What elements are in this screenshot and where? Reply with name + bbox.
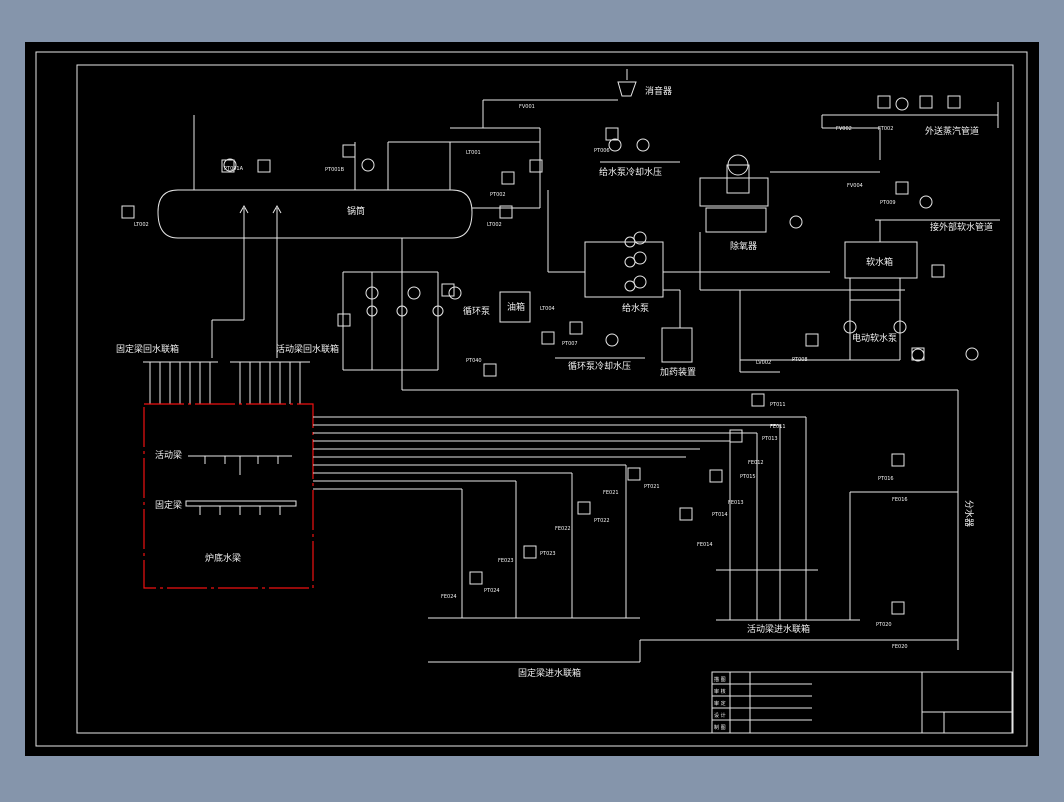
tb-row-2: 审 定 [714, 700, 726, 707]
tag-fe014: FE014 [697, 542, 713, 548]
moving-beam-label: 活动梁 [155, 449, 182, 461]
soft-water-tank-label: 软水箱 [866, 256, 893, 268]
tag-pt002: PT002 [490, 192, 506, 198]
muffler-label: 消音器 [645, 85, 672, 97]
fixed-beam-return-label: 固定梁回水联箱 [116, 343, 179, 355]
tb-row-0: 描 图 [714, 676, 726, 683]
tag-fe020: FE020 [892, 644, 908, 650]
tag-fv001: FV001 [519, 104, 535, 110]
deaerator-label: 除氧器 [730, 240, 757, 252]
circulating-pump-label: 循环泵 [463, 305, 490, 317]
tag-lt002: LT002 [134, 222, 149, 228]
tb-row-3: 设 计 [714, 712, 726, 719]
tag-pt007: PT007 [562, 341, 578, 347]
tag-pt021: PT021 [644, 484, 660, 490]
tag-lt004: LT004 [540, 306, 555, 312]
tag-pt024: PT024 [484, 588, 500, 594]
tag-fe021: FE021 [603, 490, 619, 496]
moving-beam-return-label: 活动梁回水联箱 [276, 343, 339, 355]
water-separator-label: 分水器 [963, 500, 975, 527]
tag-fe024: FE024 [441, 594, 457, 600]
tb-row-1: 审 核 [714, 688, 726, 695]
furnace-beam-label: 炉底水梁 [205, 552, 241, 564]
oil-tank-label: 油箱 [507, 301, 525, 313]
tag-pt020: PT020 [876, 622, 892, 628]
tag-lt002b: LT002 [487, 222, 502, 228]
tag-fv002: FV002 [836, 126, 852, 132]
feed-pump-label: 给水泵 [622, 302, 649, 314]
pid-drawing: 锅筒 消音器 FV001 LT001 PT001A PT001B LT002 L… [25, 42, 1039, 756]
fixed-beam-label: 固定梁 [155, 499, 182, 511]
tag-lt001: LT001 [466, 150, 481, 156]
dosing-label: 加药装置 [660, 366, 696, 378]
circ-pump-cooling-label: 循环泵冷却水压 [568, 360, 631, 372]
softened-pipe-label: 接外部软水管道 [930, 221, 993, 233]
tag-fe022: FE022 [555, 526, 571, 532]
tag-pt001b: PT001B [325, 167, 345, 173]
tb-row-4: 制 图 [714, 724, 726, 731]
tag-pt011: PT011 [770, 402, 786, 408]
external-steam-label: 外送蒸汽管道 [925, 125, 979, 137]
drum-label: 锅筒 [347, 205, 365, 217]
tag-fe011: FE011 [770, 424, 786, 430]
tag-pt022: PT022 [594, 518, 610, 524]
tag-fe016: FE016 [892, 497, 908, 503]
tag-pt013: PT013 [762, 436, 778, 442]
cad-viewport: 锅筒 消音器 FV001 LT001 PT001A PT001B LT002 L… [0, 0, 1064, 798]
tag-pt008: PT008 [792, 357, 808, 363]
tag-ft002: FT002 [878, 126, 893, 132]
drawing-paper [25, 42, 1039, 756]
tag-pt006: PT006 [594, 148, 610, 154]
tag-lv002: LV002 [756, 360, 771, 366]
tag-pt016: PT016 [878, 476, 894, 482]
tag-fe012: FE012 [748, 460, 764, 466]
electric-soft-pump-label: 电动软水泵 [852, 332, 897, 344]
tag-pt015: PT015 [740, 474, 756, 480]
tag-fe023: FE023 [498, 558, 514, 564]
feed-pump-cooling-label: 给水泵冷却水压 [599, 166, 662, 178]
tag-fe013: FE013 [728, 500, 744, 506]
tag-pt023: PT023 [540, 551, 556, 557]
fixed-beam-inlet-label: 固定梁进水联箱 [518, 667, 581, 679]
moving-beam-inlet-label: 活动梁进水联箱 [747, 623, 810, 635]
tag-fv004: FV004 [847, 183, 863, 189]
tag-pt014: PT014 [712, 512, 728, 518]
tag-pt009: PT009 [880, 200, 896, 206]
tag-pt040: PT040 [466, 358, 482, 364]
